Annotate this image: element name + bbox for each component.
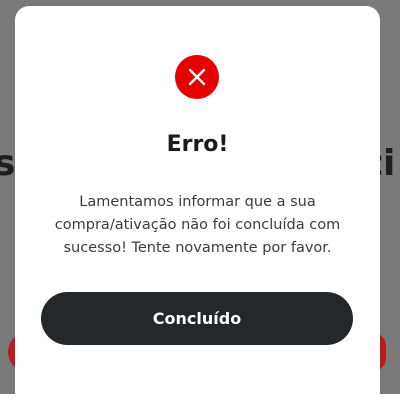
close-icon [188,68,206,86]
dialog-title: Erro! [166,132,229,157]
error-close-icon [175,55,219,99]
error-dialog: Erro! Lamentamos informar que a sua comp… [15,6,380,406]
dialog-message: Lamentamos informar que a sua compra/ati… [54,194,341,256]
background-heading-fragment-left: s [0,143,16,184]
done-button[interactable]: Concluído [41,292,353,345]
